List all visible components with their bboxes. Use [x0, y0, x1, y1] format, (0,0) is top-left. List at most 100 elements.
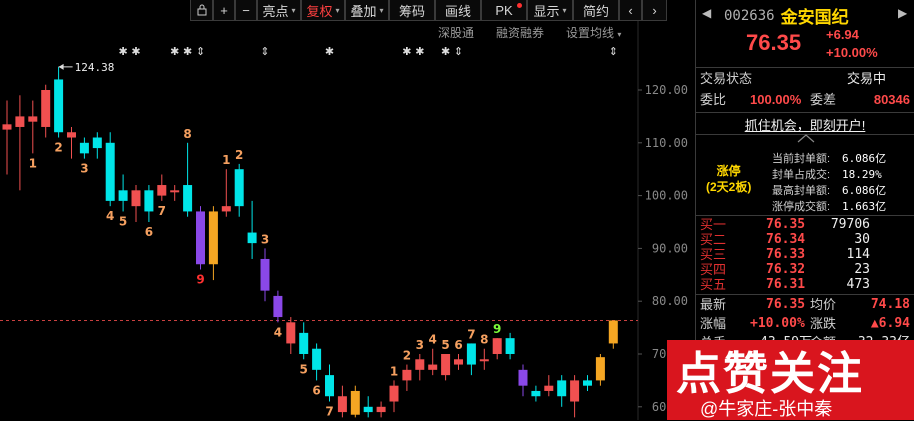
event-marker: ✱	[118, 45, 127, 58]
y-tick-label: 80.00	[652, 294, 688, 308]
bid-volume: 473	[846, 277, 870, 292]
candle-body	[389, 385, 399, 402]
candle-body	[28, 116, 38, 122]
adjust-button[interactable]: 复权 ▾	[301, 0, 345, 21]
candle-body	[260, 258, 270, 291]
td-count-label: 7	[467, 327, 475, 341]
watermark-author: @牛家庄-张中秦	[700, 399, 833, 419]
chevron-right-icon[interactable]: ›	[642, 0, 667, 21]
candle-body	[492, 338, 502, 354]
current-price: 76.35	[746, 30, 802, 55]
limit-up-title: 涨停	[716, 164, 741, 178]
candle-body	[518, 369, 528, 386]
avg-label: 均价	[810, 297, 837, 312]
toolbar: + − 亮点 ▾ 复权 ▾ 叠加 ▾ 筹码 画线 PK 显示 ▾ 简约 ‹ ›	[190, 0, 696, 21]
watermark-title: 点赞关注	[676, 347, 865, 400]
bid-volume: 79706	[830, 217, 870, 232]
td-count-label: 3	[416, 338, 424, 352]
prev-stock-icon[interactable]: ◀	[702, 6, 711, 20]
event-marker: ✱	[415, 45, 424, 58]
td-count-label: 6	[312, 383, 320, 397]
simple-label: 简约	[582, 3, 609, 19]
display-button[interactable]: 显示 ▾	[527, 0, 573, 21]
candle-body	[247, 232, 257, 244]
stat-value: 6.086亿	[842, 184, 887, 197]
zoom-in-icon[interactable]: +	[213, 0, 235, 21]
candlestick-chart[interactable]: 120.00110.00100.0090.0080.0070.0060.0012…	[0, 21, 696, 420]
weibi-value: 100.00%	[750, 92, 802, 107]
pk-button[interactable]: PK	[481, 0, 527, 21]
candle-body	[92, 137, 102, 149]
td-count-label: 2	[235, 148, 243, 162]
stat-value: 18.29%	[842, 168, 882, 181]
td-count-label: 7	[325, 405, 333, 419]
weibi-label: 委比	[700, 92, 727, 107]
candle-body	[234, 169, 244, 207]
highlight-button[interactable]: 亮点 ▾	[257, 0, 301, 21]
overlay-button[interactable]: 叠加 ▾	[345, 0, 389, 21]
td-count-label: 1	[222, 153, 230, 167]
highlight-label: 亮点	[262, 3, 289, 19]
event-marker: ✱	[441, 45, 450, 58]
candle-body	[273, 295, 283, 318]
event-marker: ⇕	[454, 45, 463, 58]
y-tick-label: 110.00	[645, 136, 688, 150]
candle-body	[350, 390, 360, 415]
stat-value: 6.086亿	[842, 152, 887, 165]
candle-body	[376, 406, 386, 413]
candle-body	[363, 406, 373, 413]
candle-body	[312, 348, 322, 370]
candle-body	[183, 185, 193, 212]
chg-value: ▲6.94	[870, 316, 910, 331]
candle-body	[67, 132, 76, 138]
td-count-label: 5	[300, 362, 308, 376]
stat-key: 涨停成交额:	[772, 201, 831, 213]
bid-volume: 30	[854, 232, 870, 247]
dropdown-icon: ▾	[562, 5, 567, 15]
next-stock-icon[interactable]: ▶	[898, 6, 907, 20]
chg-label: 涨跌	[810, 316, 837, 331]
candle-body	[505, 338, 515, 354]
stat-value: 1.663亿	[842, 200, 887, 213]
td-count-label: 3	[261, 232, 269, 246]
symbol-row: 002636 金安国纪	[724, 3, 849, 28]
candle-body	[428, 364, 438, 370]
open-account-link[interactable]: 抓住机会，即刻开户!	[696, 115, 914, 134]
candle-body	[570, 380, 580, 402]
td-count-label: 9	[196, 273, 204, 287]
candle-body	[299, 332, 309, 354]
bid-row: 买五 76.31 473	[696, 277, 914, 293]
zoom-out-icon[interactable]: −	[235, 0, 257, 21]
draw-line-label: 画线	[444, 3, 471, 19]
divider	[696, 67, 914, 68]
chips-button[interactable]: 筹码	[389, 0, 435, 21]
adjust-label: 复权	[306, 3, 333, 19]
candle-body	[79, 142, 89, 154]
candle-body	[15, 116, 25, 127]
bid-row: 买四 76.32 23	[696, 262, 914, 278]
bid-label: 买二	[700, 232, 727, 247]
weicha-value: 80346	[873, 92, 910, 107]
td-count-label: 5	[441, 338, 449, 352]
candle-body	[479, 359, 489, 362]
overlay-label: 叠加	[350, 3, 377, 19]
simple-button[interactable]: 简约	[573, 0, 619, 21]
td-count-label: 4	[274, 325, 282, 339]
candle-body	[196, 211, 205, 265]
avg-value: 74.18	[870, 297, 910, 312]
candle-body	[466, 343, 476, 365]
event-marker: ✱	[402, 45, 411, 58]
td-count-label: 6	[454, 338, 462, 352]
limit-up-sub: (2天2板)	[706, 180, 752, 194]
pct-value: +10.00%	[750, 316, 805, 331]
td-count-label: 9	[493, 322, 501, 336]
chevron-left-icon[interactable]: ‹	[619, 0, 642, 21]
latest-value: 76.35	[766, 297, 806, 312]
stat-row: 封单占成交: 18.29%	[772, 167, 886, 183]
lock-icon[interactable]	[190, 0, 213, 21]
event-marker: ✱	[325, 45, 334, 58]
draw-line-button[interactable]: 画线	[435, 0, 481, 21]
td-count-label: 4	[429, 333, 437, 347]
dropdown-icon: ▾	[335, 5, 340, 15]
collapse-icon[interactable]	[796, 133, 816, 143]
